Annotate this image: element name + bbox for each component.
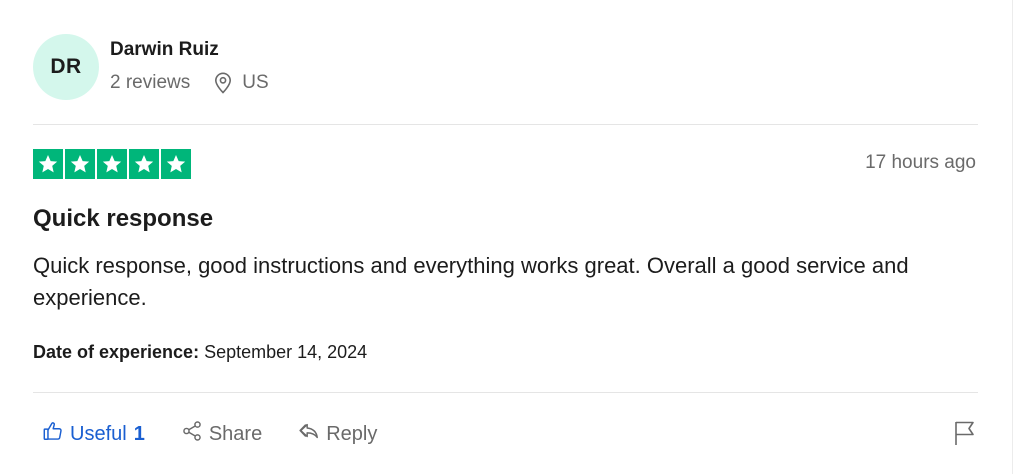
reply-arrow-icon (298, 420, 326, 448)
star-icon (65, 149, 95, 179)
consumer-name[interactable]: Darwin Ruiz (110, 37, 269, 63)
review-card: DR Darwin Ruiz 2 reviews US 17 hours ago… (0, 0, 1013, 474)
consumer-info: Darwin Ruiz 2 reviews US (110, 37, 269, 95)
star-rating (33, 149, 191, 179)
reply-label: Reply (326, 422, 378, 445)
reply-button[interactable]: Reply (298, 420, 377, 448)
share-button[interactable]: Share (181, 420, 262, 448)
consumer-meta: 2 reviews US (110, 71, 269, 95)
flag-icon[interactable] (954, 420, 976, 451)
location-pin-icon (214, 72, 232, 94)
avatar-initials: DR (50, 55, 82, 78)
star-icon (161, 149, 191, 179)
star-icon (129, 149, 159, 179)
star-icon (97, 149, 127, 179)
star-icon (33, 149, 63, 179)
avatar[interactable]: DR (33, 34, 99, 100)
useful-label: Useful (70, 422, 127, 445)
useful-button[interactable]: Useful 1 (42, 420, 145, 448)
review-actions: Useful 1 Share Reply (42, 420, 377, 448)
date-of-experience-value: September 14, 2024 (204, 342, 368, 362)
consumer-country: US (242, 72, 269, 93)
review-text: Quick response, good instructions and ev… (33, 253, 909, 310)
date-of-experience-label: Date of experience: (33, 342, 200, 362)
share-label: Share (208, 422, 263, 445)
thumbs-up-icon (42, 420, 70, 448)
review-title[interactable]: Quick response (33, 205, 213, 233)
review-time: 17 hours ago (865, 152, 976, 173)
share-icon (181, 420, 209, 448)
date-of-experience: Date of experience: September 14, 2024 (33, 342, 367, 363)
consumer-header: DR Darwin Ruiz 2 reviews US (33, 34, 269, 100)
divider (33, 124, 978, 125)
reviews-count: 2 reviews (110, 72, 191, 93)
divider (33, 392, 978, 393)
useful-count: 1 (133, 422, 145, 445)
